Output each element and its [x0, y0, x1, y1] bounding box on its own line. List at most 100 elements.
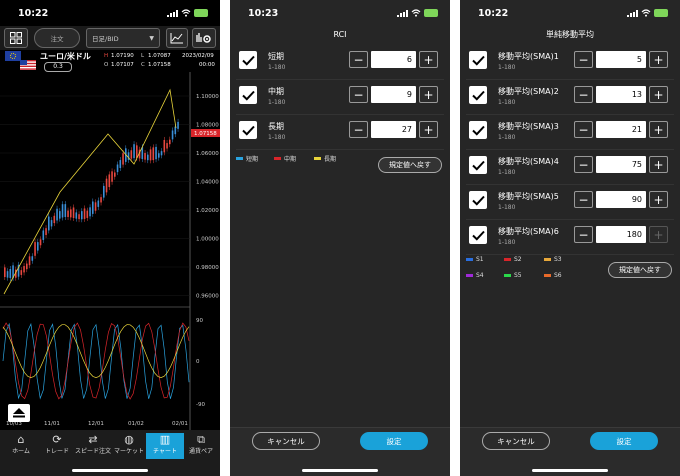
tab-label: チャート	[153, 448, 177, 455]
checkmark-icon	[471, 230, 485, 241]
decrement-button[interactable]: −	[574, 86, 593, 103]
bar-clock: 00:00	[199, 62, 215, 68]
enable-checkbox[interactable]	[469, 226, 487, 244]
page-title: RCI	[333, 30, 347, 39]
period-name: 移動平均(SMA)6	[498, 227, 559, 236]
candle	[89, 207, 91, 217]
decrement-button[interactable]: −	[349, 86, 368, 103]
price-tick: 1.06000	[196, 151, 219, 157]
collapse-button[interactable]	[8, 404, 30, 422]
tab-speed-order[interactable]: ⇄ スピード注文	[74, 433, 112, 459]
period-input[interactable]: 6	[371, 51, 416, 68]
dropdown-arrow-icon: ▼	[149, 34, 154, 42]
order-button[interactable]: 注文	[34, 28, 80, 48]
increment-button[interactable]: +	[649, 226, 668, 243]
tab-currency-pair[interactable]: ⧉ 通貨ペア	[182, 433, 220, 459]
increment-button[interactable]: +	[649, 86, 668, 103]
home-indicator	[302, 469, 378, 472]
indicator-settings-button[interactable]	[192, 28, 216, 48]
legend-swatch	[466, 274, 473, 277]
increment-button[interactable]: +	[419, 86, 438, 103]
status-bar: 10:23	[230, 0, 450, 26]
price-type-value: 日足/BID	[92, 35, 119, 43]
reset-defaults-button[interactable]: 規定値へ戻す	[378, 157, 442, 173]
enable-checkbox[interactable]	[239, 51, 257, 69]
chart-type-button[interactable]	[166, 28, 188, 48]
enable-checkbox[interactable]	[239, 86, 257, 104]
candle	[136, 145, 138, 159]
enable-checkbox[interactable]	[469, 86, 487, 104]
decrement-button[interactable]: −	[349, 51, 368, 68]
cancel-button[interactable]: キャンセル	[482, 432, 550, 450]
candle	[45, 228, 47, 235]
tab-chart[interactable]: ▥ チャート	[146, 433, 184, 459]
tab-home[interactable]: ⌂ ホーム	[2, 433, 40, 459]
plus-icon: +	[653, 87, 664, 102]
enable-checkbox[interactable]	[239, 121, 257, 139]
candle	[37, 242, 39, 251]
candle	[171, 130, 174, 140]
enable-checkbox[interactable]	[469, 51, 487, 69]
status-time: 10:22	[18, 8, 49, 19]
period-input[interactable]: 90	[596, 191, 646, 208]
period-input[interactable]: 180	[596, 226, 646, 243]
period-input[interactable]: 21	[596, 121, 646, 138]
period-name: 移動平均(SMA)2	[498, 87, 559, 96]
candle	[26, 263, 28, 270]
bottom-tab-bar: ⌂ ホーム ⟳ トレード ⇄ スピード注文 ◍ マーケット ▥ チャート ⧉ 通貨ペア	[0, 430, 220, 476]
grid-layout-button[interactable]	[4, 28, 28, 48]
candle	[61, 204, 64, 218]
tab-globe[interactable]: ◍ マーケット	[110, 433, 148, 459]
decrement-button[interactable]: −	[349, 121, 368, 138]
legend-swatch	[504, 274, 511, 277]
apply-button[interactable]: 設定	[360, 432, 428, 450]
increment-button[interactable]: +	[649, 191, 668, 208]
enable-checkbox[interactable]	[469, 191, 487, 209]
tab-label: 通貨ペア	[188, 448, 213, 455]
us-flag-icon	[20, 60, 36, 70]
pair-name: ユーロ/米ドル	[40, 52, 91, 61]
legend-label: S2	[514, 256, 522, 263]
enable-checkbox[interactable]	[469, 156, 487, 174]
candle	[42, 230, 45, 240]
low-label: L	[141, 53, 145, 59]
period-input[interactable]: 75	[596, 156, 646, 173]
period-input[interactable]: 5	[596, 51, 646, 68]
open-value: 1.07107	[111, 62, 134, 68]
minus-icon: −	[353, 87, 364, 102]
increment-button[interactable]: +	[649, 156, 668, 173]
reset-defaults-button[interactable]: 規定値へ戻す	[608, 262, 672, 278]
candle	[155, 146, 157, 160]
decrement-button[interactable]: −	[574, 121, 593, 138]
price-type-select[interactable]: 日足/BID ▼	[86, 28, 160, 48]
candle	[6, 271, 9, 278]
decrement-button[interactable]: −	[574, 191, 593, 208]
apply-button[interactable]: 設定	[590, 432, 658, 450]
candle	[83, 208, 86, 219]
decrement-button[interactable]: −	[574, 226, 593, 243]
rci-tick: 90	[196, 318, 203, 324]
cancel-button[interactable]: キャンセル	[252, 432, 320, 450]
increment-button[interactable]: +	[649, 121, 668, 138]
period-input[interactable]: 13	[596, 86, 646, 103]
price-chart[interactable]: 1.10000 1.08000 1.06000 1.04000 1.02000 1.000…	[0, 72, 220, 430]
chart-area[interactable]: 1.10000 1.08000 1.06000 1.04000 1.02000 1.000…	[0, 72, 220, 430]
enable-checkbox[interactable]	[469, 121, 487, 139]
decrement-button[interactable]: −	[574, 156, 593, 173]
tab-trade[interactable]: ⟳ トレード	[38, 433, 76, 459]
period-input[interactable]: 9	[371, 86, 416, 103]
price-tick: 1.10000	[196, 94, 219, 100]
rci-line	[2, 322, 190, 400]
trade-icon: ⟳	[52, 433, 62, 446]
tab-label: スピード注文	[74, 448, 111, 455]
home-icon: ⌂	[17, 433, 25, 446]
price-tick: 0.98000	[196, 265, 219, 271]
period-input[interactable]: 27	[371, 121, 416, 138]
period-range: 1-180	[498, 99, 516, 106]
period-name: 短期	[268, 52, 284, 61]
increment-button[interactable]: +	[419, 121, 438, 138]
increment-button[interactable]: +	[419, 51, 438, 68]
open-label: O	[104, 62, 109, 68]
increment-button[interactable]: +	[649, 51, 668, 68]
decrement-button[interactable]: −	[574, 51, 593, 68]
